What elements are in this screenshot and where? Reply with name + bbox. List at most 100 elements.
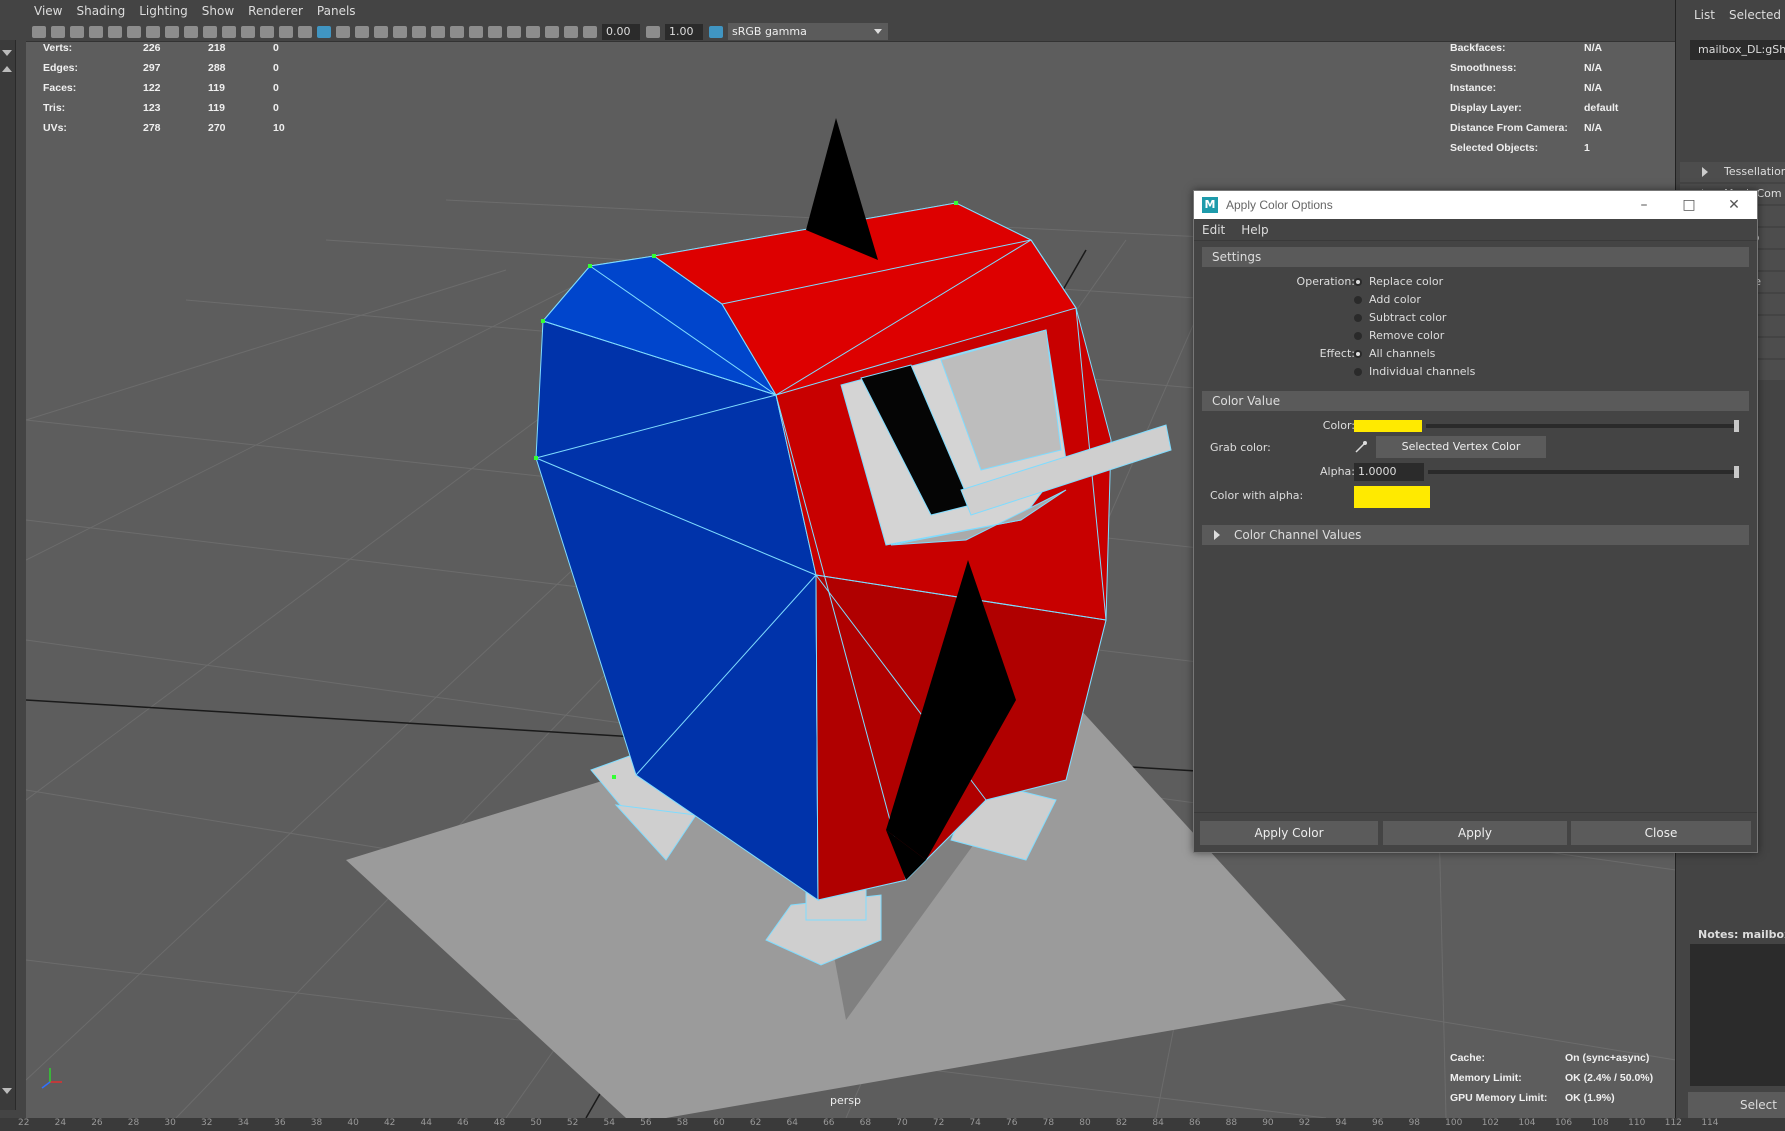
radio-label[interactable]: Remove color	[1369, 329, 1444, 342]
menu-renderer[interactable]: Renderer	[248, 4, 303, 18]
timeline-tick: 26	[91, 1118, 103, 1128]
grease-pencil-icon[interactable]	[146, 25, 160, 38]
menu-panels[interactable]: Panels	[317, 4, 356, 18]
notes-textarea[interactable]	[1690, 944, 1785, 1086]
safe-title-icon[interactable]	[279, 25, 293, 38]
dialog-menubar: Edit Help	[1194, 219, 1757, 241]
hud-label: Selected Objects:	[1450, 142, 1539, 154]
chevron-down-icon[interactable]	[2, 1088, 12, 1094]
dialog-titlebar[interactable]: M Apply Color Options – □ ✕	[1194, 191, 1757, 219]
timeline-tick: 86	[1189, 1118, 1201, 1128]
radio-label[interactable]: Replace color	[1369, 275, 1443, 288]
smooth-shade-icon[interactable]	[317, 25, 331, 38]
xray-icon[interactable]	[526, 25, 540, 38]
2d-pan-zoom-icon[interactable]	[127, 25, 141, 38]
timeline-tick: 42	[383, 1118, 396, 1128]
color-management-icon[interactable]	[709, 25, 723, 38]
tab-list[interactable]: List	[1694, 8, 1715, 22]
color-slider-handle[interactable]	[1734, 420, 1739, 432]
color-value-section-header[interactable]: Color Value	[1202, 391, 1749, 411]
object-name-field[interactable]: mailbox_DL:gSh	[1690, 40, 1785, 60]
close-icon[interactable]: ✕	[1714, 194, 1754, 216]
hud-value: N/A	[1584, 82, 1603, 94]
apply-color-button[interactable]: Apply Color	[1200, 821, 1378, 845]
image-plane-icon[interactable]	[108, 25, 122, 38]
radio-label[interactable]: All channels	[1369, 347, 1435, 360]
gamma-field[interactable]: 1.00	[665, 23, 703, 40]
hud-value: 270	[208, 122, 226, 134]
camera-attributes-icon[interactable]	[70, 25, 84, 38]
timeline-tick: 22	[18, 1118, 30, 1128]
timeline-tick: 36	[274, 1118, 286, 1128]
chevron-up-icon[interactable]	[2, 66, 12, 72]
timeline-ruler[interactable]: 22 24 26 28 30 32 34 36 38 40 42 44 46 48 50 52 54 56 58 60…	[0, 1118, 1785, 1131]
menu-edit[interactable]: Edit	[1202, 223, 1225, 237]
lights-icon[interactable]	[393, 25, 407, 38]
section-tessellation[interactable]: Tessellation	[1680, 162, 1785, 182]
isolate-select-icon[interactable]	[507, 25, 521, 38]
textured-icon[interactable]	[374, 25, 388, 38]
menu-shading[interactable]: Shading	[76, 4, 125, 18]
close-button[interactable]: Close	[1571, 821, 1751, 845]
color-channel-values-header[interactable]: Color Channel Values	[1202, 525, 1749, 545]
hud-label: GPU Memory Limit:	[1450, 1092, 1548, 1104]
timeline-tick: 74	[969, 1118, 981, 1128]
anti-aliasing-icon[interactable]	[469, 25, 483, 38]
grid-icon[interactable]	[165, 25, 179, 38]
chevron-down-icon[interactable]	[2, 50, 12, 56]
timeline-tick: 106	[1554, 1118, 1573, 1128]
resolution-gate-icon[interactable]	[203, 25, 217, 38]
radio-remove-color[interactable]	[1354, 332, 1362, 340]
color-swatch[interactable]	[1354, 420, 1422, 432]
radio-all-channels[interactable]	[1354, 350, 1362, 358]
eyedropper-icon[interactable]	[1354, 440, 1368, 454]
menu-lighting[interactable]: Lighting	[139, 4, 188, 18]
depth-of-field-icon[interactable]	[488, 25, 502, 38]
safe-action-icon[interactable]	[260, 25, 274, 38]
alpha-slider-track[interactable]	[1428, 470, 1738, 474]
alpha-field[interactable]: 1.0000	[1354, 463, 1424, 481]
radio-label[interactable]: Subtract color	[1369, 311, 1446, 324]
exposure-field[interactable]: 0.00	[602, 23, 640, 40]
select-button[interactable]: Select	[1688, 1092, 1785, 1118]
radio-individual-channels[interactable]	[1354, 368, 1362, 376]
shadows-icon[interactable]	[412, 25, 426, 38]
xray-joints-icon[interactable]	[545, 25, 559, 38]
menu-show[interactable]: Show	[202, 4, 234, 18]
radio-replace-color[interactable]	[1354, 278, 1362, 286]
lock-camera-icon[interactable]	[51, 25, 65, 38]
field-chart-icon[interactable]	[241, 25, 255, 38]
exposure-icon[interactable]	[583, 25, 597, 38]
color-slider-track[interactable]	[1426, 424, 1738, 428]
minimize-icon[interactable]: –	[1624, 194, 1664, 216]
menu-view[interactable]: View	[34, 4, 62, 18]
radio-add-color[interactable]	[1354, 296, 1362, 304]
apply-button[interactable]: Apply	[1383, 821, 1567, 845]
radio-label[interactable]: Add color	[1369, 293, 1421, 306]
motion-blur-icon[interactable]	[450, 25, 464, 38]
menu-help[interactable]: Help	[1241, 223, 1268, 237]
gate-mask-icon[interactable]	[222, 25, 236, 38]
settings-section-header[interactable]: Settings	[1202, 247, 1749, 267]
xray-components-icon[interactable]	[564, 25, 578, 38]
timeline-tick: 90	[1262, 1118, 1274, 1128]
wireframe-on-shaded-icon[interactable]	[355, 25, 369, 38]
hud-label: Display Layer:	[1450, 102, 1522, 114]
gamma-icon[interactable]	[646, 25, 660, 38]
selected-vertex-color-button[interactable]: Selected Vertex Color	[1376, 436, 1546, 458]
bookmark-icon[interactable]	[89, 25, 103, 38]
tab-selected[interactable]: Selected	[1729, 8, 1781, 22]
radio-subtract-color[interactable]	[1354, 314, 1362, 322]
color-space-dropdown[interactable]: sRGB gamma	[728, 23, 888, 40]
screen-space-ao-icon[interactable]	[431, 25, 445, 38]
maya-logo-icon: M	[1202, 197, 1218, 213]
maximize-icon[interactable]: □	[1669, 194, 1709, 216]
film-gate-icon[interactable]	[184, 25, 198, 38]
select-camera-icon[interactable]	[32, 25, 46, 38]
color-with-alpha-swatch	[1354, 486, 1430, 508]
default-material-icon[interactable]	[336, 25, 350, 38]
hud-label: Instance:	[1450, 82, 1497, 94]
radio-label[interactable]: Individual channels	[1369, 365, 1475, 378]
alpha-slider-handle[interactable]	[1734, 466, 1739, 478]
wireframe-icon[interactable]	[298, 25, 312, 38]
